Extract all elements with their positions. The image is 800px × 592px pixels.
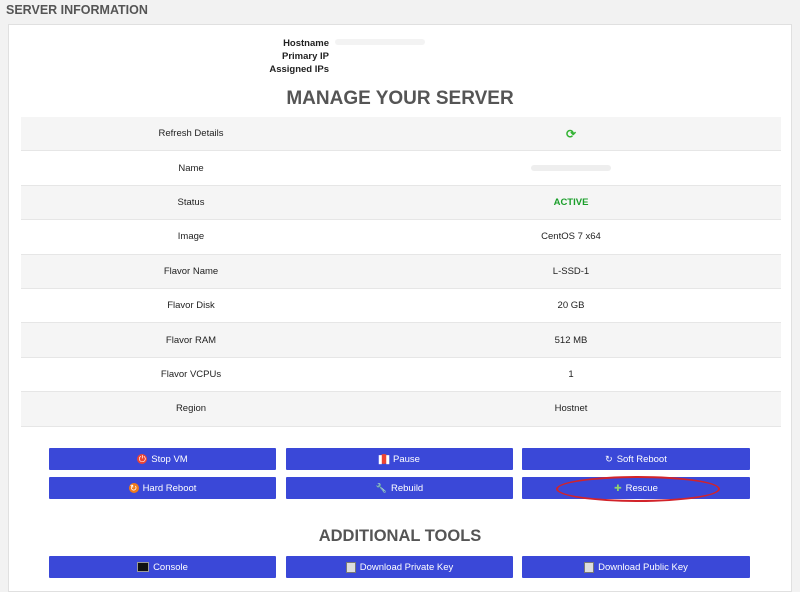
row-label: Status	[177, 196, 205, 208]
row-label: Image	[177, 231, 205, 243]
console-icon	[137, 562, 150, 572]
rescue-label: Rescue	[625, 482, 658, 494]
download-private-key-label: Download Private Key	[359, 561, 454, 573]
row-label: Refresh Details	[158, 128, 224, 140]
row-label: Flavor VCPUs	[160, 368, 222, 380]
row-label: Name	[178, 162, 204, 174]
soft-reboot-button[interactable]: ↻ Soft Reboot	[522, 448, 750, 470]
stop-vm-button[interactable]: ⏻ Stop VM	[49, 448, 276, 470]
pause-icon: ❚❚	[376, 453, 392, 464]
refresh-icon[interactable]: ⟳	[566, 127, 576, 141]
assigned-ips-label: Assigned IPs	[269, 64, 329, 76]
details-table: Refresh Details ⟳ Name Status ACTIVE Ima…	[21, 117, 781, 427]
row-label: Flavor Name	[163, 265, 219, 277]
rescue-icon: ✚	[614, 482, 622, 493]
row-value: CentOS 7 x64	[541, 231, 601, 243]
rebuild-button[interactable]: 🔧 Rebuild	[286, 477, 513, 499]
table-row: Status ACTIVE	[21, 185, 781, 221]
row-value: 1	[568, 368, 574, 380]
table-row: Refresh Details ⟳	[21, 117, 781, 152]
hard-reboot-label: Hard Reboot	[142, 482, 197, 494]
primary-ip-label: Primary IP	[282, 51, 329, 63]
wrench-icon: 🔧	[375, 482, 387, 493]
rebuild-label: Rebuild	[391, 482, 424, 494]
stop-vm-label: Stop VM	[151, 453, 188, 465]
additional-tools-title: ADDITIONAL TOOLS	[318, 527, 482, 545]
console-label: Console	[153, 561, 188, 573]
table-row: Image CentOS 7 x64	[21, 220, 781, 255]
row-label: Flavor Disk	[167, 300, 215, 312]
hostname-label: Hostname	[283, 38, 329, 49]
manage-title: MANAGE YOUR SERVER	[286, 88, 514, 109]
row-value: 20 GB	[557, 300, 585, 312]
row-value	[361, 163, 781, 174]
table-row: Name	[21, 151, 781, 186]
pause-button[interactable]: ❚❚ Pause	[286, 448, 513, 470]
download-public-key-label: Download Public Key	[598, 561, 688, 573]
row-value: 512 MB	[554, 334, 588, 346]
server-info-labels: Hostname Primary IP Assigned IPs	[209, 37, 329, 77]
download-private-key-button[interactable]: Download Private Key	[286, 556, 513, 578]
download-public-key-button[interactable]: Download Public Key	[522, 556, 750, 578]
power-icon: ⏻	[137, 453, 148, 464]
table-row: Flavor Disk 20 GB	[21, 288, 781, 324]
table-row: Flavor RAM 512 MB	[21, 323, 781, 358]
console-button[interactable]: Console	[49, 556, 276, 578]
soft-reboot-label: Soft Reboot	[616, 453, 667, 465]
pause-label: Pause	[393, 453, 420, 465]
row-label: Flavor RAM	[165, 334, 217, 346]
row-label: Region	[175, 403, 207, 415]
table-row: Region Hostnet	[21, 392, 781, 427]
section-title: SERVER INFORMATION	[6, 3, 148, 17]
document-icon	[584, 561, 595, 573]
redacted-name	[531, 164, 611, 171]
rescue-button[interactable]: ✚ Rescue	[522, 477, 750, 499]
table-row: Flavor VCPUs 1	[21, 357, 781, 393]
hard-reboot-button[interactable]: ↻ Hard Reboot	[49, 477, 276, 499]
status-badge: ACTIVE	[553, 196, 589, 208]
hard-reboot-icon: ↻	[128, 482, 139, 493]
soft-reboot-icon: ↻	[605, 453, 613, 464]
redacted-hostname	[335, 39, 425, 45]
table-row: Flavor Name L-SSD-1	[21, 254, 781, 289]
row-value: ⟳	[361, 127, 781, 141]
row-value: L-SSD-1	[552, 265, 590, 277]
server-panel: Hostname Primary IP Assigned IPs MANAGE …	[8, 24, 792, 592]
row-value: Hostnet	[554, 403, 588, 415]
document-icon	[345, 561, 356, 573]
